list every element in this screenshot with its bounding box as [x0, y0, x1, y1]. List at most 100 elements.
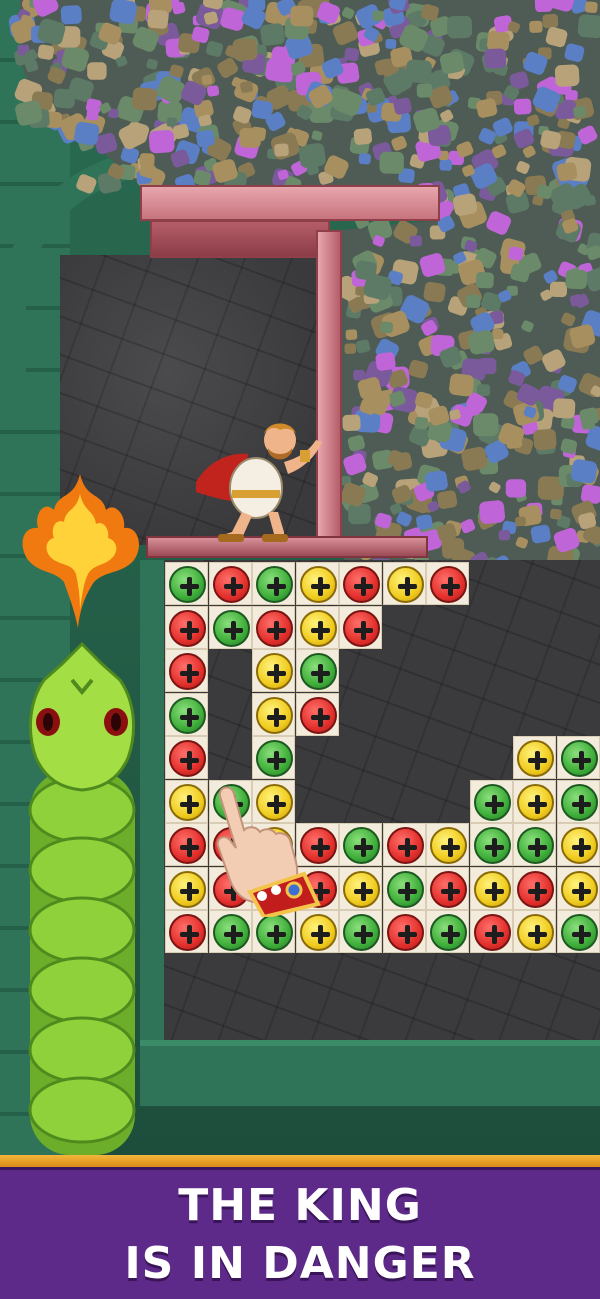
green-screw-icon[interactable] [212, 914, 250, 951]
board-tile [382, 866, 426, 910]
gem [380, 321, 394, 334]
yellow-screw-icon[interactable] [256, 653, 293, 690]
gem [348, 503, 371, 525]
green-screw-icon[interactable] [256, 566, 293, 603]
board-tile [208, 562, 252, 605]
yellow-screw-icon[interactable] [473, 870, 511, 908]
banner-line-2: IS IN DANGER [124, 1238, 476, 1289]
red-screw-icon[interactable] [430, 870, 467, 908]
yellow-screw-icon[interactable] [517, 740, 554, 777]
green-screw-icon[interactable] [560, 740, 598, 777]
banner-headline: THE KING IS IN DANGER [0, 1177, 600, 1293]
board-tile [556, 866, 600, 910]
yellow-screw-icon[interactable] [517, 914, 554, 951]
gem [239, 128, 262, 148]
yellow-screw-icon[interactable] [560, 827, 598, 864]
game-scene [0, 0, 600, 1155]
gem [274, 143, 289, 157]
red-screw-icon[interactable] [343, 566, 380, 603]
board-tile [165, 910, 208, 953]
gem [585, 1, 598, 13]
red-screw-icon[interactable] [299, 696, 337, 734]
board-tile [426, 823, 469, 866]
gem [529, 20, 543, 33]
red-screw-icon[interactable] [430, 566, 467, 603]
board-tile [165, 605, 208, 649]
green-screw-icon[interactable] [430, 914, 467, 951]
green-screw-icon[interactable] [169, 696, 206, 734]
yellow-screw-icon[interactable] [386, 566, 424, 603]
yellow-screw-icon[interactable] [299, 914, 337, 951]
green-screw-icon[interactable] [256, 740, 293, 777]
green-screw-icon[interactable] [517, 827, 554, 864]
yellow-screw-icon[interactable] [169, 783, 206, 821]
red-screw-icon[interactable] [386, 827, 424, 864]
gem [554, 64, 580, 87]
pink-pipe-shadow [150, 220, 330, 258]
gem [86, 109, 99, 121]
yellow-screw-icon[interactable] [169, 870, 206, 908]
red-screw-icon[interactable] [169, 827, 206, 864]
gem [87, 62, 107, 80]
green-screw-icon[interactable] [256, 914, 293, 951]
gem [505, 433, 523, 449]
board-tile [426, 562, 469, 605]
gem [37, 44, 55, 60]
board-tile [382, 910, 426, 953]
board-tile [339, 866, 382, 910]
green-screw-icon[interactable] [386, 870, 424, 908]
gem [201, 74, 213, 85]
green-screw-icon[interactable] [473, 783, 511, 821]
board-tile [469, 910, 513, 953]
promo-banner: THE KING IS IN DANGER [0, 1155, 600, 1299]
green-screw-icon[interactable] [343, 914, 380, 951]
green-screw-icon[interactable] [473, 827, 511, 864]
gem [147, 9, 169, 29]
gem [508, 246, 524, 261]
board-tile [295, 562, 339, 605]
green-screw-icon[interactable] [560, 783, 598, 821]
green-screw-icon[interactable] [212, 609, 250, 647]
dragon-enemy [28, 641, 136, 1155]
gem [76, 174, 97, 194]
red-screw-icon[interactable] [169, 609, 206, 647]
red-screw-icon[interactable] [517, 870, 554, 908]
yellow-screw-icon[interactable] [299, 566, 337, 603]
fire-icon [22, 474, 139, 628]
board-tile [556, 779, 600, 823]
red-screw-icon[interactable] [343, 609, 380, 647]
green-screw-icon[interactable] [299, 653, 337, 690]
gem [498, 530, 511, 541]
yellow-screw-icon[interactable] [517, 783, 554, 821]
board-tile [252, 649, 295, 692]
green-screw-icon[interactable] [343, 827, 380, 864]
red-screw-icon[interactable] [169, 653, 206, 690]
red-screw-icon[interactable] [256, 609, 293, 647]
gem [542, 14, 559, 29]
gem [414, 417, 429, 430]
gem [441, 537, 465, 559]
red-screw-icon[interactable] [386, 914, 424, 951]
red-screw-icon[interactable] [212, 566, 250, 603]
red-screw-icon[interactable] [169, 740, 206, 777]
gem [425, 470, 448, 492]
board-tile [382, 562, 426, 605]
red-screw-icon[interactable] [169, 914, 206, 951]
board-tile [295, 692, 339, 736]
board-tile [469, 779, 513, 823]
gem [465, 294, 481, 309]
red-screw-icon[interactable] [473, 914, 511, 951]
king-character [196, 423, 322, 542]
board-tile [165, 823, 208, 866]
gem [439, 159, 452, 171]
yellow-screw-icon[interactable] [343, 870, 380, 908]
gem [342, 414, 361, 432]
green-screw-icon[interactable] [560, 914, 598, 951]
yellow-screw-icon[interactable] [256, 696, 293, 734]
yellow-screw-icon[interactable] [560, 870, 598, 908]
yellow-screw-icon[interactable] [299, 609, 337, 647]
green-screw-icon[interactable] [169, 566, 206, 603]
gem [60, 5, 82, 25]
yellow-screw-icon[interactable] [430, 827, 467, 864]
gem [533, 428, 557, 451]
